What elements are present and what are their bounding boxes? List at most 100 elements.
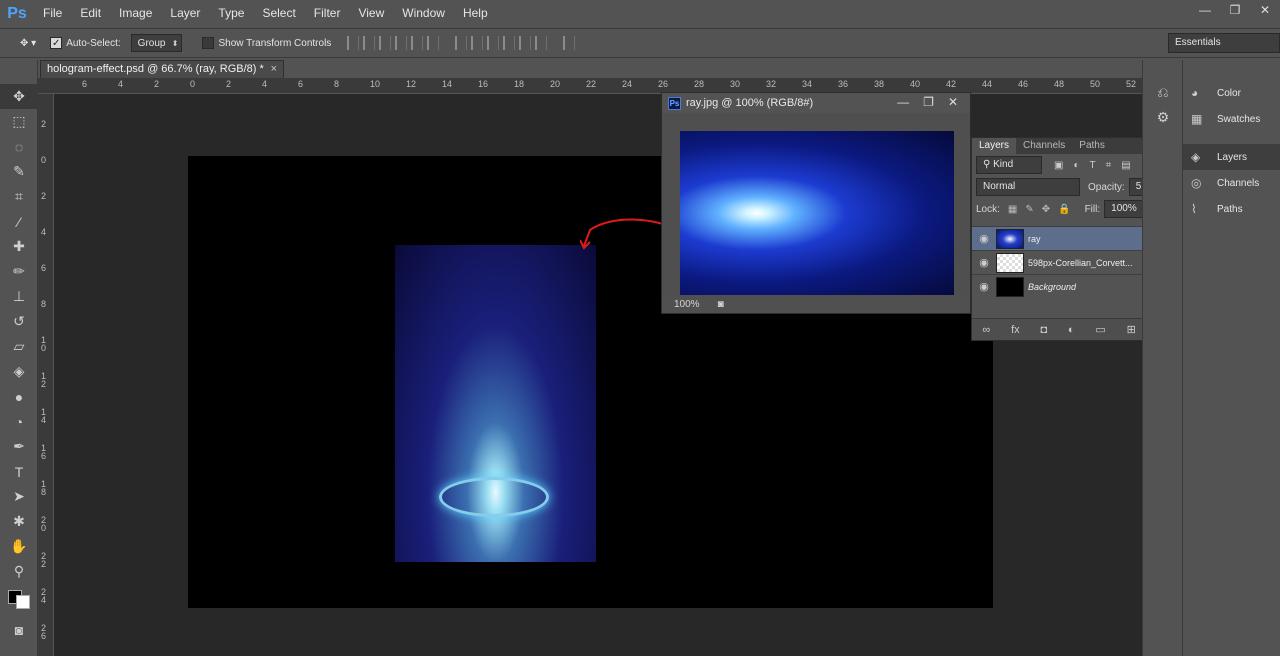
ruler-tick-label: 46 (1018, 79, 1029, 89)
fx-icon[interactable]: fx (1011, 324, 1020, 336)
blur-tool-icon[interactable]: ● (0, 384, 38, 409)
distribute-right-icon[interactable] (535, 36, 548, 50)
workspace-switcher[interactable]: Essentials (1168, 33, 1280, 53)
quick-select-tool-icon[interactable]: ✎ (0, 159, 38, 184)
distribute-top-icon[interactable] (455, 36, 468, 50)
dock-color[interactable]: ◕ Color (1183, 80, 1280, 106)
ruler-tick-label: 12 (406, 79, 417, 89)
pen-tool-icon[interactable]: ✒ (0, 434, 38, 459)
path-selection-tool-icon[interactable]: ➤ (0, 484, 38, 509)
menu-layer[interactable]: Layer (161, 0, 209, 27)
menu-file[interactable]: File (34, 0, 71, 27)
document-tab-title: hologram-effect.psd @ 66.7% (ray, RGB/8)… (47, 63, 264, 75)
status-info-icon[interactable]: ◙ (718, 299, 724, 310)
align-hcenter-icon[interactable] (411, 36, 424, 50)
auto-align-icon[interactable] (563, 36, 576, 50)
menu-filter[interactable]: Filter (305, 0, 350, 27)
document-tab[interactable]: hologram-effect.psd @ 66.7% (ray, RGB/8)… (40, 60, 284, 78)
blend-mode-dropdown[interactable]: Normal (976, 178, 1080, 196)
horizontal-ruler: 6 4 2 0 2 4 6 8 10 12 14 16 18 20 22 24 26 28 30 32 34 36 38 40… (38, 78, 1142, 94)
align-vcenter-icon[interactable] (363, 36, 376, 50)
paint-bucket-tool-icon[interactable]: ◈ (0, 359, 38, 384)
maximize-button[interactable]: ❐ (1220, 0, 1250, 20)
link-layers-icon[interactable]: ∞ (982, 324, 990, 336)
fw-minimize-button[interactable]: — (897, 95, 909, 109)
move-tool-preset-icon[interactable]: ✥ ▾ (20, 38, 36, 49)
brush-tool-icon[interactable]: ✏ (0, 259, 38, 284)
clone-stamp-tool-icon[interactable]: ⊥ (0, 284, 38, 309)
close-button[interactable]: ✕ (1250, 0, 1280, 20)
new-group-icon[interactable]: ▭ (1095, 323, 1105, 336)
eyedropper-tool-icon[interactable]: ⁄ (0, 209, 38, 234)
layer-filter-dropdown[interactable]: ⚲ Kind (976, 156, 1042, 174)
dock-layers[interactable]: ◈ Layers (1183, 144, 1280, 170)
hand-tool-icon[interactable]: ✋ (0, 534, 38, 559)
zoom-tool-icon[interactable]: ⚲ (0, 559, 38, 584)
transform-controls-checkbox[interactable]: Show Transform Controls (202, 37, 331, 49)
layers-icon: ◈ (1191, 150, 1201, 164)
ruler-tick-label: 14 (41, 407, 47, 425)
zoom-level[interactable]: 100% (674, 299, 700, 310)
menu-edit[interactable]: Edit (71, 0, 110, 27)
floating-document-window[interactable]: Ps ray.jpg @ 100% (RGB/8#) — ❐ ✕ 100% ◙ (661, 92, 971, 314)
filter-icons[interactable]: ▣◐T⌗▤ (1054, 160, 1141, 171)
layer-thumbnail (996, 228, 1024, 249)
dock-channels[interactable]: ◎ Channels (1183, 170, 1280, 196)
dock-paths-label: Paths (1217, 203, 1243, 215)
menu-image[interactable]: Image (110, 0, 161, 27)
eye-icon[interactable]: ◉ (972, 280, 996, 293)
crop-tool-icon[interactable]: ⌗ (0, 184, 38, 209)
color-swatches-icon[interactable] (0, 584, 38, 609)
minimize-button[interactable]: — (1190, 0, 1220, 20)
tab-channels[interactable]: Channels (1016, 138, 1072, 154)
align-right-icon[interactable] (427, 36, 440, 50)
shape-tool-icon[interactable]: ✱ (0, 509, 38, 534)
fw-close-button[interactable]: ✕ (948, 95, 958, 109)
distribute-vcenter-icon[interactable] (471, 36, 484, 50)
menu-window[interactable]: Window (393, 0, 454, 27)
adjustment-layer-icon[interactable]: ◐ (1068, 324, 1075, 336)
distribute-left-icon[interactable] (503, 36, 516, 50)
marquee-tool-icon[interactable]: ⬚ (0, 109, 38, 134)
history-brush-tool-icon[interactable]: ↺ (0, 309, 38, 334)
eye-icon[interactable]: ◉ (972, 256, 996, 269)
ruler-tick-label: 2 (154, 79, 160, 89)
auto-select-dropdown[interactable]: Group (130, 34, 183, 52)
eye-icon[interactable]: ◉ (972, 232, 996, 245)
align-left-icon[interactable] (395, 36, 408, 50)
history-panel-icon[interactable]: ⎌ (1143, 80, 1183, 105)
auto-select-checkbox[interactable]: ✓ Auto-Select: (50, 37, 121, 49)
eraser-tool-icon[interactable]: ▱ (0, 334, 38, 359)
tab-paths[interactable]: Paths (1072, 138, 1112, 154)
menu-select[interactable]: Select (253, 0, 304, 27)
distribute-hcenter-icon[interactable] (519, 36, 532, 50)
ruler-tick-label: 36 (838, 79, 849, 89)
new-layer-icon[interactable]: ⊞ (1127, 323, 1136, 336)
properties-panel-icon[interactable]: ⚙ (1143, 105, 1183, 130)
tab-layers[interactable]: Layers (972, 138, 1017, 154)
menu-type[interactable]: Type (209, 0, 253, 27)
close-tab-icon[interactable]: × (271, 61, 277, 78)
ruler-tick-label: 10 (41, 335, 47, 353)
type-tool-icon[interactable]: T (0, 459, 38, 484)
align-top-icon[interactable] (347, 36, 360, 50)
dock-paths[interactable]: ⌇ Paths (1183, 196, 1280, 222)
align-bottom-icon[interactable] (379, 36, 392, 50)
dodge-tool-icon[interactable]: ◔ (0, 409, 38, 434)
menu-view[interactable]: View (349, 0, 393, 27)
ruler-tick-label: 34 (802, 79, 813, 89)
fw-maximize-button[interactable]: ❐ (923, 95, 934, 109)
menu-help[interactable]: Help (454, 0, 497, 27)
move-tool-icon[interactable]: ✥ (0, 84, 38, 109)
add-mask-icon[interactable]: ◘ (1040, 324, 1047, 336)
ruler-tick-label: 38 (874, 79, 885, 89)
distribute-bottom-icon[interactable] (487, 36, 500, 50)
align-buttons (347, 36, 440, 50)
healing-brush-tool-icon[interactable]: ✚ (0, 234, 38, 259)
dock-swatches[interactable]: ▦ Swatches (1183, 106, 1280, 132)
floating-window-titlebar[interactable]: Ps ray.jpg @ 100% (RGB/8#) — ❐ ✕ (662, 93, 970, 113)
transform-controls-label: Show Transform Controls (218, 37, 332, 49)
lasso-tool-icon[interactable]: ◌ (0, 134, 38, 159)
lock-icons[interactable]: ▦✎✥🔒 (1008, 204, 1079, 215)
quick-mask-icon[interactable]: ◙ (0, 617, 38, 642)
